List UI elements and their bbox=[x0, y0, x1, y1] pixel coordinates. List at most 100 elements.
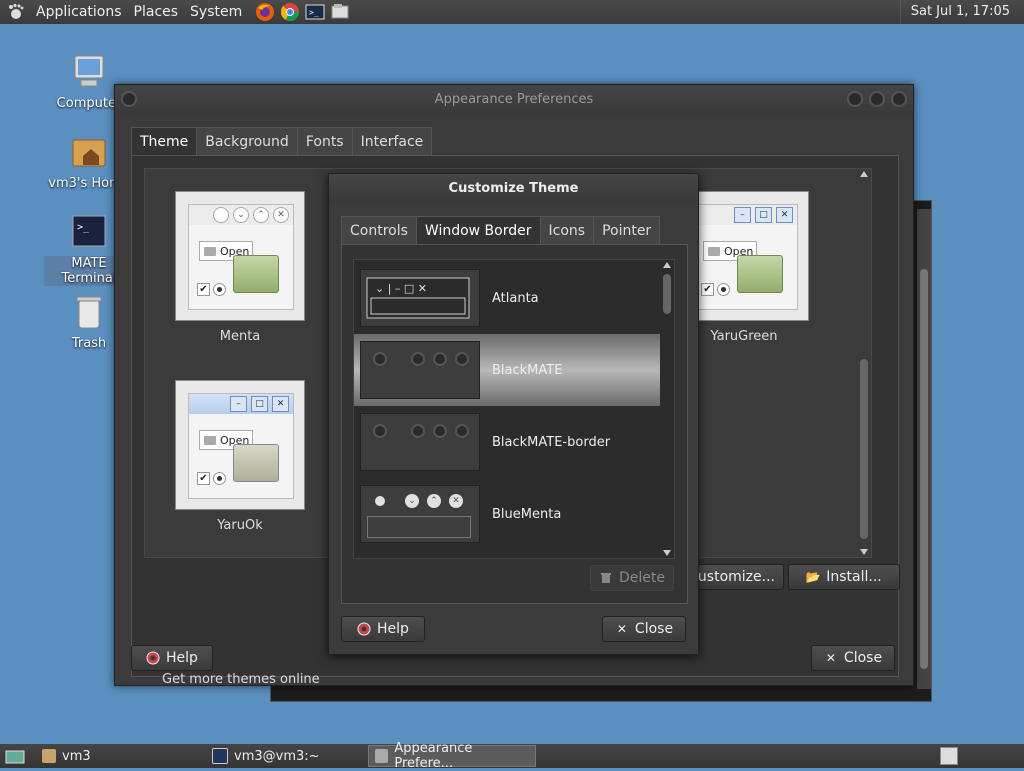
theme-list-scrollbar[interactable] bbox=[857, 169, 871, 557]
taskbar-item-vm3[interactable]: vm3 bbox=[36, 745, 206, 767]
close-icon: ✕ bbox=[272, 396, 289, 412]
theme-preview: ⌄ ⌃ ✕ Open ✔ bbox=[175, 191, 305, 321]
install-button[interactable]: 📂 Install... bbox=[788, 564, 900, 590]
terminal-icon[interactable]: >_ bbox=[304, 1, 326, 23]
file-manager-icon[interactable] bbox=[329, 1, 351, 23]
taskbar-item-terminal[interactable]: vm3@vm3:~ bbox=[206, 745, 368, 767]
border-preview: ⌄ | – □ ✕ bbox=[360, 269, 480, 327]
delete-button-label: Delete bbox=[619, 570, 665, 586]
dialog-help-button[interactable]: Help bbox=[341, 616, 425, 642]
tab-theme[interactable]: Theme bbox=[131, 127, 198, 157]
dialog-help-button-label: Help bbox=[377, 621, 409, 637]
customize-tabs: Controls Window Border Icons Pointer bbox=[341, 216, 661, 246]
border-item-blackmate-border[interactable]: BlackMATE-border bbox=[354, 406, 660, 478]
svg-text:>_: >_ bbox=[77, 222, 90, 233]
theme-item-yaruok[interactable]: – □ ✕ Open ✔ YaruOk bbox=[175, 380, 305, 533]
svg-text:⌄ | – □ ✕: ⌄ | – □ ✕ bbox=[375, 282, 427, 295]
system-menu[interactable]: System bbox=[184, 4, 248, 20]
show-desktop-icon[interactable] bbox=[4, 745, 26, 767]
customize-theme-dialog: Customize Theme Controls Window Border I… bbox=[328, 173, 699, 655]
folder-icon bbox=[42, 749, 56, 763]
dialog-close-button[interactable]: ✕ Close bbox=[602, 616, 686, 642]
close-icon: ✕ bbox=[616, 622, 627, 636]
minimize-button[interactable] bbox=[847, 91, 863, 107]
trash-icon bbox=[69, 292, 109, 332]
delete-button[interactable]: Delete bbox=[590, 565, 674, 591]
dialog-close-button-label: Close bbox=[634, 621, 674, 637]
border-item-bluementa[interactable]: ⌄ ⌃ ✕ BlueMenta bbox=[354, 478, 660, 550]
maximize-button[interactable] bbox=[869, 91, 885, 107]
window-titlebar[interactable]: Appearance Preferences bbox=[115, 85, 913, 115]
scroll-thumb[interactable] bbox=[860, 359, 868, 539]
close-icon: ✕ bbox=[776, 207, 793, 223]
tab-window-border[interactable]: Window Border bbox=[415, 216, 541, 246]
taskbar-item-appearance[interactable]: Appearance Prefere... bbox=[368, 741, 536, 771]
tab-fonts[interactable]: Fonts bbox=[296, 127, 353, 157]
theme-item-menta[interactable]: ⌄ ⌃ ✕ Open ✔ Menta bbox=[175, 191, 305, 344]
tab-pointer[interactable]: Pointer bbox=[593, 216, 661, 246]
bottom-panel: vm3 vm3@vm3:~ Appearance Prefere... bbox=[0, 741, 1024, 771]
window-title: Appearance Preferences bbox=[434, 92, 594, 107]
border-name: BlackMATE-border bbox=[492, 434, 611, 450]
border-preview bbox=[360, 413, 480, 471]
close-window-button[interactable] bbox=[891, 91, 907, 107]
window-menu-button[interactable] bbox=[121, 91, 137, 107]
chrome-icon[interactable] bbox=[279, 1, 301, 23]
close-icon: ✕ bbox=[825, 651, 836, 665]
radio-icon bbox=[717, 283, 730, 296]
border-name: BlueMenta bbox=[492, 506, 562, 522]
theme-name: YaruOk bbox=[217, 518, 263, 533]
svg-text:>_: >_ bbox=[309, 8, 319, 17]
taskbar-item-label: vm3 bbox=[62, 748, 91, 764]
install-button-label: Install... bbox=[826, 569, 882, 585]
clock[interactable]: Sat Jul 1, 17:05 bbox=[899, 0, 1010, 24]
tab-controls[interactable]: Controls bbox=[341, 216, 417, 246]
trash-icon bbox=[599, 571, 613, 585]
scroll-up-icon[interactable] bbox=[860, 171, 868, 177]
taskbar-item-label: Appearance Prefere... bbox=[394, 741, 473, 771]
taskbar-item-label: vm3@vm3:~ bbox=[234, 748, 320, 764]
theme-preview: – □ ✕ Open ✔ bbox=[175, 380, 305, 510]
window-border-list[interactable]: ⌄ | – □ ✕ Atlanta BlackMATE BlackMATE-bo… bbox=[353, 259, 675, 559]
theme-name: Menta bbox=[219, 329, 261, 344]
tab-background[interactable]: Background bbox=[196, 127, 298, 157]
get-more-themes-link[interactable]: Get more themes online bbox=[162, 672, 320, 687]
workspace-switcher-icon[interactable] bbox=[940, 747, 958, 765]
computer-icon bbox=[69, 52, 109, 92]
customize-button-label: Customize... bbox=[688, 569, 775, 585]
terminal-icon: >_ bbox=[69, 212, 109, 252]
border-list-scrollbar[interactable] bbox=[660, 260, 674, 558]
close-button[interactable]: ✕ Close bbox=[811, 645, 895, 671]
close-icon: ✕ bbox=[273, 207, 289, 223]
maximize-icon: □ bbox=[755, 207, 772, 223]
scroll-down-icon[interactable] bbox=[663, 550, 671, 556]
border-item-atlanta[interactable]: ⌄ | – □ ✕ Atlanta bbox=[354, 262, 660, 334]
checkbox-icon: ✔ bbox=[197, 472, 210, 485]
applications-menu[interactable]: Applications bbox=[30, 4, 128, 20]
checkbox-icon: ✔ bbox=[197, 283, 210, 296]
scroll-down-icon[interactable] bbox=[860, 549, 868, 555]
appearance-icon bbox=[375, 749, 389, 763]
dialog-title[interactable]: Customize Theme bbox=[329, 174, 698, 204]
scroll-thumb[interactable] bbox=[663, 274, 671, 314]
menu-dot-icon bbox=[213, 207, 229, 223]
border-preview: ⌄ ⌃ ✕ bbox=[360, 485, 480, 543]
scroll-up-icon[interactable] bbox=[663, 262, 671, 268]
tab-interface[interactable]: Interface bbox=[351, 127, 433, 157]
firefox-icon[interactable] bbox=[254, 1, 276, 23]
chevron-down-icon: ⌄ bbox=[233, 207, 249, 223]
help-icon bbox=[146, 651, 160, 665]
home-folder-icon bbox=[69, 132, 109, 172]
folder-icon bbox=[233, 255, 279, 293]
tab-icons[interactable]: Icons bbox=[539, 216, 595, 246]
help-button[interactable]: Help bbox=[131, 645, 213, 671]
background-window-scrollbar[interactable] bbox=[917, 209, 931, 689]
border-item-blackmate[interactable]: BlackMATE bbox=[354, 334, 660, 406]
gnome-foot-icon[interactable] bbox=[6, 2, 26, 22]
help-icon bbox=[357, 622, 371, 636]
radio-icon bbox=[213, 283, 226, 296]
places-menu[interactable]: Places bbox=[128, 4, 185, 20]
customize-button[interactable]: Customize... bbox=[688, 564, 784, 590]
terminal-icon bbox=[212, 748, 228, 764]
close-button-label: Close bbox=[843, 650, 883, 666]
